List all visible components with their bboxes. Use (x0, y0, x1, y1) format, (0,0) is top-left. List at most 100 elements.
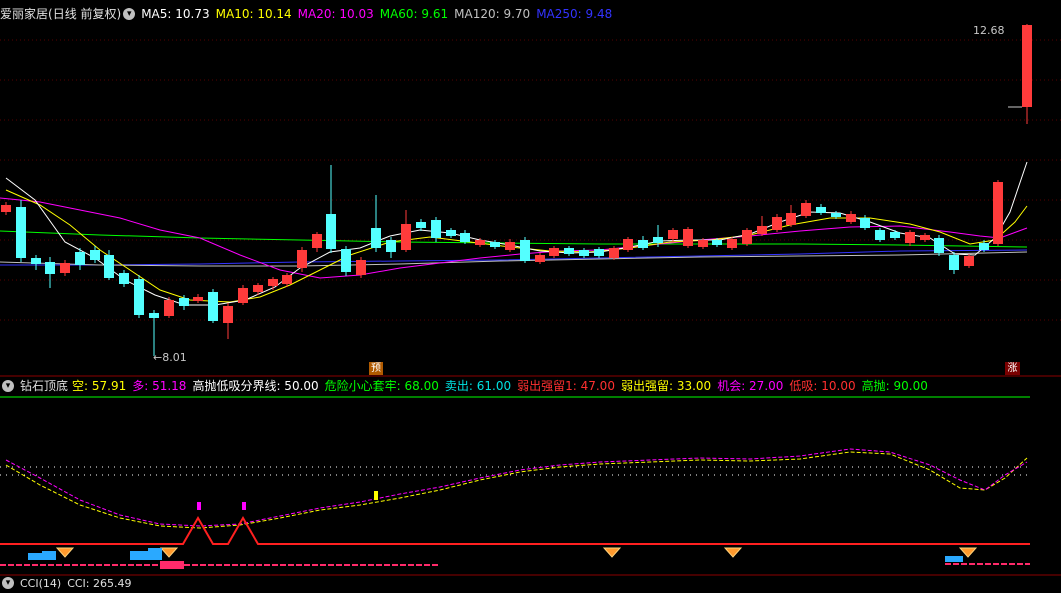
candle (920, 233, 930, 242)
candles (1, 24, 1032, 356)
indicator-param-6: 弱出强留: 33.00 (620, 379, 712, 393)
indicator-param-0: 空: 57.91 (72, 379, 127, 393)
candle-body (268, 279, 278, 286)
ma-legend-item-0: MA5: 10.73 (141, 7, 210, 21)
candle (757, 216, 767, 236)
candle (772, 214, 782, 232)
candle (268, 277, 278, 290)
candle-body (905, 232, 915, 243)
chevron-down-icon[interactable]: ▾ (123, 7, 136, 20)
candle-body (223, 306, 233, 323)
candle-body (594, 249, 604, 256)
candle-body (742, 230, 752, 244)
price-grid (0, 39, 1061, 321)
candle-body (297, 250, 307, 268)
candle (875, 228, 885, 242)
candle-body (712, 240, 722, 245)
signal-line (0, 515, 1030, 545)
candle (594, 247, 604, 258)
ma-legend: MA5: 10.73 MA10: 10.14 MA20: 10.03 MA60: 9.… (141, 7, 618, 21)
candlestick-chart[interactable] (0, 0, 1061, 587)
bottom-band-block (160, 561, 184, 569)
candle (520, 237, 530, 263)
candle (238, 285, 248, 305)
signal-marker (197, 502, 201, 510)
cci-name[interactable]: CCI(14) (20, 577, 61, 590)
candle-body (549, 248, 559, 256)
signal-bar (28, 553, 42, 560)
candle-body (623, 239, 633, 250)
candle (356, 257, 366, 278)
candle-body (75, 252, 85, 265)
candle (164, 297, 174, 318)
indicator-param-2: 高抛低吸分界线: 50.00 (192, 379, 319, 393)
candle-body (193, 297, 203, 301)
ma-legend-item-2: MA20: 10.03 (297, 7, 374, 21)
candle (1022, 24, 1032, 124)
candle (816, 204, 826, 215)
chevron-down-icon[interactable]: ▾ (2, 379, 14, 392)
candle-body (653, 237, 663, 243)
candle-body (890, 232, 900, 238)
candle-body (816, 207, 826, 213)
signal-bar (130, 551, 148, 560)
candle-body (786, 213, 796, 225)
candle (60, 260, 70, 276)
candle-body (875, 230, 885, 240)
candle (609, 246, 619, 260)
candle (371, 195, 381, 252)
candle (208, 289, 218, 323)
candle-body (505, 242, 515, 250)
candle-body (253, 285, 263, 292)
long-line (5, 448, 1028, 527)
candle-body (341, 249, 351, 272)
indicator-pane (0, 396, 1030, 569)
candle (45, 257, 55, 288)
candle (786, 205, 796, 227)
indicator-param-5: 弱出强留1: 47.00 (517, 379, 615, 393)
candle-body (90, 250, 100, 260)
signal-bar (148, 548, 162, 560)
indicator-name[interactable]: 钻石顶底 (20, 379, 68, 393)
candle-body (564, 248, 574, 254)
candle-body (979, 243, 989, 250)
ma-legend-item-3: MA60: 9.61 (379, 7, 449, 21)
candle (564, 246, 574, 256)
candle-body (446, 230, 456, 236)
candle-body (208, 292, 218, 321)
candle-body (698, 240, 708, 247)
indicator-params: 空: 57.91 多: 51.18 高抛低吸分界线: 50.00 危险小心套牢: 68… (72, 379, 934, 393)
candle (742, 228, 752, 246)
candle (846, 211, 856, 224)
indicator-param-1: 多: 51.18 (132, 379, 187, 393)
candle-body (772, 217, 782, 230)
candle-body (282, 275, 292, 284)
candle-body (831, 213, 841, 217)
candle-body (104, 255, 114, 278)
ma-legend-item-4: MA120: 9.70 (454, 7, 531, 21)
candle-body (386, 240, 396, 252)
diamond-icon (159, 547, 179, 558)
candle-body (60, 263, 70, 273)
candle-body (16, 207, 26, 258)
diamond-icon (55, 547, 75, 558)
candle-body (312, 234, 322, 248)
candle (460, 230, 470, 244)
indicator-param-4: 卖出: 61.00 (444, 379, 512, 393)
candle-body (416, 222, 426, 228)
candle-body (326, 214, 336, 249)
candle-body (460, 233, 470, 242)
candle (683, 227, 693, 248)
candle (490, 240, 500, 249)
candle-body (638, 240, 648, 248)
diamond-icon (958, 547, 978, 558)
candle-body (179, 298, 189, 306)
stock-title[interactable]: 爱丽家居(日线 前复权) (0, 7, 121, 21)
low-price-label: ←8.01 (153, 351, 187, 364)
candle-body (860, 218, 870, 228)
chevron-down-icon[interactable]: ▾ (2, 577, 14, 589)
candle (934, 235, 944, 256)
candle-body (934, 238, 944, 253)
candle-body (668, 230, 678, 239)
candle-body (490, 242, 500, 247)
